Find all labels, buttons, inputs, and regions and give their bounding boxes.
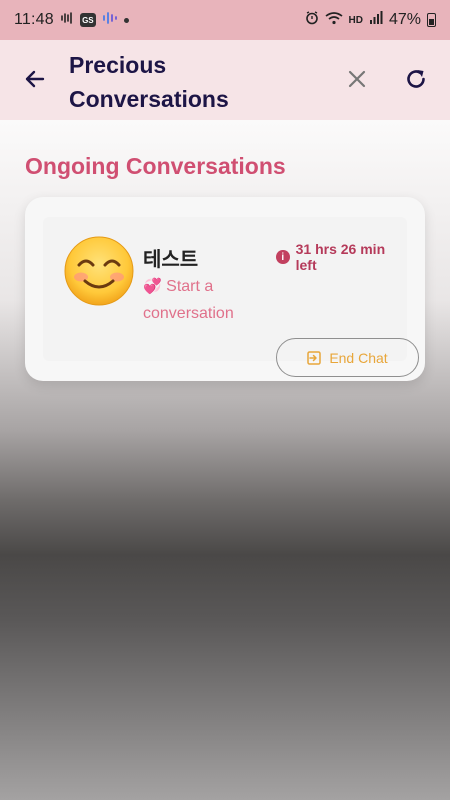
refresh-icon	[404, 67, 428, 96]
refresh-button[interactable]	[401, 66, 431, 96]
signal-icon	[369, 10, 383, 30]
page-title: Precious Conversations	[69, 52, 229, 112]
end-chat-button[interactable]: End Chat	[276, 338, 419, 377]
two-hearts-icon: 💞	[143, 278, 162, 295]
battery-percentage: 47%	[388, 11, 421, 28]
status-time: 11:48	[14, 11, 54, 28]
close-button[interactable]	[342, 66, 372, 96]
hd-voice-icon: HD	[348, 14, 363, 26]
conversation-card-body: 테스트 i 31 hrs 26 min left 💞 Start a conve…	[43, 217, 419, 377]
alarm-icon	[305, 10, 319, 30]
end-chat-label: End Chat	[329, 349, 388, 366]
status-bar: 11:48 GS HD 47%	[0, 0, 450, 40]
section-title: Ongoing Conversations	[25, 153, 286, 179]
close-icon	[347, 69, 367, 94]
time-left: i 31 hrs 26 min left	[276, 241, 407, 273]
exit-icon	[307, 350, 322, 365]
contact-name: 테스트	[143, 249, 199, 271]
conversation-card[interactable]: 테스트 i 31 hrs 26 min left 💞 Start a conve…	[25, 197, 425, 381]
wifi-icon	[325, 11, 343, 30]
avatar	[63, 235, 135, 307]
time-left-text: 31 hrs 26 min left	[295, 241, 386, 273]
assistant-icon	[102, 11, 118, 29]
voice-wave-icon	[60, 11, 74, 29]
arrow-left-icon	[23, 67, 47, 96]
app-bar: Precious Conversations	[0, 40, 450, 120]
battery-icon	[427, 13, 436, 27]
last-message: 💞 Start a conversation	[143, 273, 263, 327]
gs-app-icon: GS	[79, 13, 96, 27]
info-icon: i	[276, 250, 290, 264]
smiling-face-icon	[64, 236, 134, 306]
back-button[interactable]	[20, 66, 50, 96]
notification-dot	[123, 17, 129, 23]
